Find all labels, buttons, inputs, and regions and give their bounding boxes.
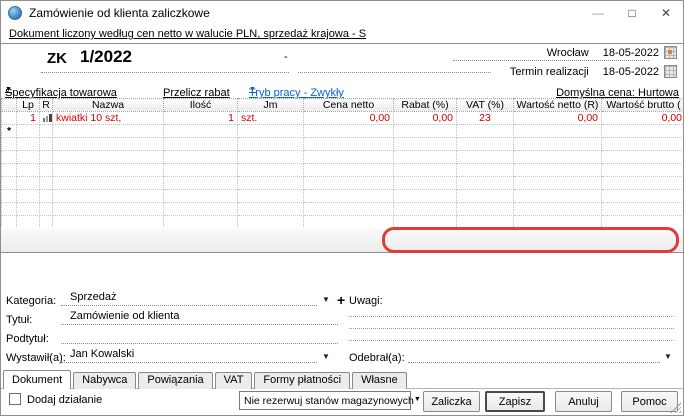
cell-lp[interactable]: 1 (16, 111, 40, 125)
bar-chart-icon (43, 114, 52, 123)
minimize-icon[interactable]: — (581, 1, 615, 25)
col-rabat[interactable]: Rabat (%) (393, 98, 457, 112)
table-header-row: Lp R Nazwa Ilość Jm Cena netto Rabat (%)… (1, 98, 683, 112)
document-settings-bar: Dokument liczony według cen netto w walu… (1, 25, 683, 44)
col-cena-netto[interactable]: Cena netto (303, 98, 394, 112)
cell-jm[interactable]: szt. (237, 111, 304, 125)
empty-row[interactable] (1, 163, 683, 177)
cell-wartosc-brutto[interactable]: 0,00 (601, 111, 683, 125)
city-field[interactable]: Wrocław (547, 47, 589, 59)
notes-label: Uwagi: (349, 295, 383, 307)
col-wartosc-netto[interactable]: Wartość netto (R) (513, 98, 602, 112)
chevron-down-icon[interactable]: ▼ (664, 352, 672, 361)
col-vat[interactable]: VAT (%) (456, 98, 514, 112)
doc-number-underline (41, 72, 289, 73)
chevron-down-icon: ▼ (413, 396, 421, 403)
category-field[interactable]: Sprzedaż (61, 291, 317, 306)
add-category-button[interactable]: + (337, 293, 345, 307)
add-action-checkbox[interactable] (9, 393, 21, 405)
col-nazwa[interactable]: Nazwa (52, 98, 164, 112)
empty-row[interactable] (1, 137, 683, 151)
subtitle-label: Podtytuł: (6, 333, 49, 345)
calendar-icon[interactable] (664, 46, 677, 59)
calendar-icon[interactable] (664, 65, 677, 78)
tab-formy-platnosci[interactable]: Formy płatności (254, 372, 351, 389)
col-wartosc-brutto[interactable]: Wartość brutto ( (601, 98, 683, 112)
contractor-field[interactable]: - (284, 51, 288, 63)
close-icon[interactable]: ✕ (649, 1, 683, 25)
highlight-annotation (382, 227, 679, 253)
notes-line[interactable] (349, 340, 674, 341)
tab-nabywca[interactable]: Nabywca (73, 372, 137, 389)
advance-payment-button[interactable]: Zaliczka (423, 391, 480, 412)
document-settings-link[interactable]: Dokument liczony według cen netto w walu… (9, 28, 366, 40)
chevron-down-icon[interactable]: ▼ (322, 295, 330, 304)
cancel-button[interactable]: Anuluj (555, 391, 612, 412)
add-action-label: Dodaj działanie (27, 394, 103, 406)
issuer-label: Wystawił(a): (6, 352, 66, 364)
chevron-down-icon: ▼ (249, 86, 256, 93)
tab-wlasne[interactable]: Własne (352, 372, 407, 389)
title-field[interactable]: Zamówienie od klienta (61, 310, 338, 325)
maximize-icon[interactable]: □ (615, 1, 649, 25)
stock-reservation-value: Nie rezerwuj stanów magazynowych (244, 394, 414, 407)
row-gutter-header (1, 98, 17, 112)
city-underline (453, 60, 649, 61)
tab-vat[interactable]: VAT (214, 372, 253, 389)
col-lp[interactable]: Lp (16, 98, 40, 112)
tab-powiazania[interactable]: Powiązania (138, 372, 213, 389)
category-label: Kategoria: (6, 295, 57, 307)
tab-dokument[interactable]: Dokument (3, 370, 72, 389)
cell-ilosc[interactable]: 1 (163, 111, 238, 125)
row-gutter (1, 111, 17, 125)
notes-line[interactable] (349, 328, 674, 329)
cell-rabat[interactable]: 0,00 (393, 111, 457, 125)
document-form: Kategoria: Sprzedaż ▼ + Tytuł: Zamówieni… (1, 254, 683, 370)
cell-nazwa[interactable]: kwiatki 10 szt, (52, 111, 164, 125)
cell-vat[interactable]: 23 (456, 111, 514, 125)
table-row[interactable]: 1 kwiatki 10 szt, 1 szt. 0,00 0,00 23 0,… (1, 111, 683, 125)
receiver-field[interactable] (408, 348, 660, 363)
doc-number[interactable]: 1/2022 (80, 47, 132, 67)
chevron-down-icon[interactable]: ▼ (322, 352, 330, 361)
document-header: ZK 1/2022 - Wrocław 18-05-2022 Termin re… (1, 44, 683, 87)
col-ilosc[interactable]: Ilość (163, 98, 238, 112)
tab-strip: Dokument Nabywca Powiązania VAT Formy pł… (3, 370, 409, 389)
title-label: Tytuł: (6, 314, 33, 326)
empty-row[interactable] (1, 150, 683, 164)
new-row[interactable]: * (1, 124, 683, 138)
receiver-label: Odebrał(a): (349, 352, 405, 364)
help-button[interactable]: Pomoc (621, 391, 678, 412)
subtitle-field[interactable] (61, 329, 338, 344)
app-icon (8, 6, 22, 20)
cell-r[interactable] (39, 111, 53, 125)
new-row-marker-icon: * (1, 124, 17, 138)
notes-line[interactable] (349, 316, 674, 317)
chevron-down-icon: ▼ (5, 86, 12, 93)
stock-reservation-select[interactable]: Nie rezerwuj stanów magazynowych ▼ (239, 391, 421, 410)
col-r[interactable]: R (39, 98, 53, 112)
issuer-field[interactable]: Jan Kowalski (61, 348, 317, 363)
toolbar: Specyfikacja towarowa ▼ Przelicz rabat T… (5, 86, 679, 99)
issue-date-field[interactable]: 18-05-2022 (603, 47, 659, 59)
term-date-field[interactable]: 18-05-2022 (603, 66, 659, 78)
col-jm[interactable]: Jm (237, 98, 304, 112)
cell-cena-netto[interactable]: 0,00 (303, 111, 394, 125)
term-label: Termin realizacji (509, 65, 589, 78)
titlebar: Zamówienie od klienta zaliczkowe — □ ✕ (1, 1, 683, 25)
empty-row[interactable] (1, 189, 683, 203)
order-window: Zamówienie od klienta zaliczkowe — □ ✕ D… (0, 0, 684, 416)
doc-symbol: ZK (47, 50, 67, 67)
items-table: Lp R Nazwa Ilość Jm Cena netto Rabat (%)… (1, 98, 683, 229)
cell-wartosc-netto[interactable]: 0,00 (513, 111, 602, 125)
save-button[interactable]: Zapisz (485, 391, 545, 412)
contractor-underline (298, 72, 491, 73)
empty-row[interactable] (1, 202, 683, 216)
empty-row[interactable] (1, 176, 683, 190)
window-title: Zamówienie od klienta zaliczkowe (29, 6, 210, 20)
